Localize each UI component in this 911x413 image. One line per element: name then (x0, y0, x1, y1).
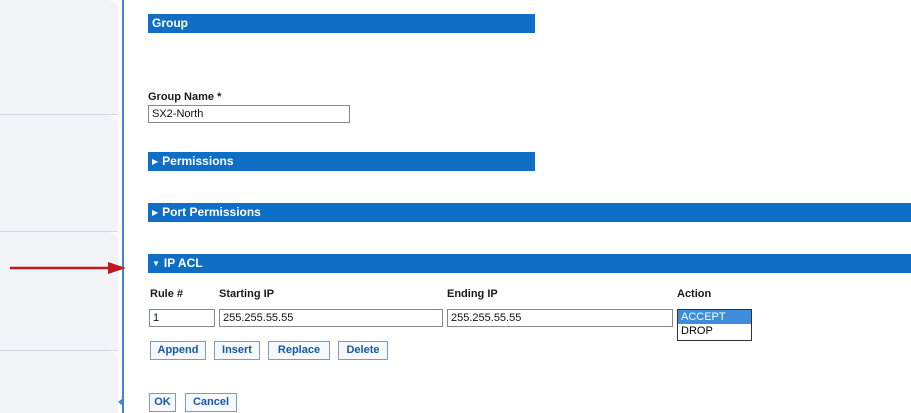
expand-triangle-icon: ▶ (152, 208, 159, 217)
column-header-rule: Rule # (150, 288, 184, 300)
section-header-group: Group (148, 14, 535, 33)
section-header-permissions[interactable]: ▶ Permissions (148, 152, 535, 171)
section-title: Permissions (162, 154, 234, 168)
nav-tab[interactable] (0, 0, 118, 114)
nav-divider (0, 114, 118, 115)
nav-divider (0, 231, 118, 232)
nav-tab[interactable] (0, 351, 118, 413)
group-name-input[interactable] (148, 105, 350, 123)
column-header-ending-ip: Ending IP (447, 288, 498, 300)
action-listbox[interactable]: ACCEPT DROP (677, 309, 752, 341)
section-header-port-permissions[interactable]: ▶ Port Permissions (148, 203, 911, 222)
left-nav-panel (0, 0, 123, 413)
rule-number-input[interactable] (149, 309, 215, 327)
section-title: Group (152, 16, 188, 30)
section-header-ip-acl[interactable]: ▼ IP ACL (148, 254, 911, 273)
action-option-accept[interactable]: ACCEPT (678, 310, 751, 324)
ok-button[interactable]: OK (149, 393, 176, 412)
insert-button[interactable]: Insert (214, 341, 260, 360)
collapse-handle-icon[interactable] (118, 398, 123, 406)
group-name-label: Group Name * (148, 91, 222, 103)
replace-button[interactable]: Replace (268, 341, 330, 360)
annotation-arrow-icon (10, 262, 126, 274)
nav-tab[interactable] (0, 115, 118, 231)
action-option-drop[interactable]: DROP (678, 324, 751, 338)
column-header-starting-ip: Starting IP (219, 288, 275, 300)
expand-triangle-icon: ▶ (152, 157, 159, 166)
section-title: IP ACL (163, 256, 203, 270)
starting-ip-input[interactable] (219, 309, 443, 327)
column-header-action: Action (677, 288, 712, 300)
append-button[interactable]: Append (150, 341, 206, 360)
ending-ip-input[interactable] (447, 309, 673, 327)
nav-divider (0, 350, 118, 351)
panel-divider (122, 0, 124, 413)
nav-tab[interactable] (0, 232, 118, 350)
collapse-triangle-icon: ▼ (152, 259, 160, 268)
delete-button[interactable]: Delete (338, 341, 388, 360)
cancel-button[interactable]: Cancel (185, 393, 237, 412)
section-title: Port Permissions (162, 205, 261, 219)
